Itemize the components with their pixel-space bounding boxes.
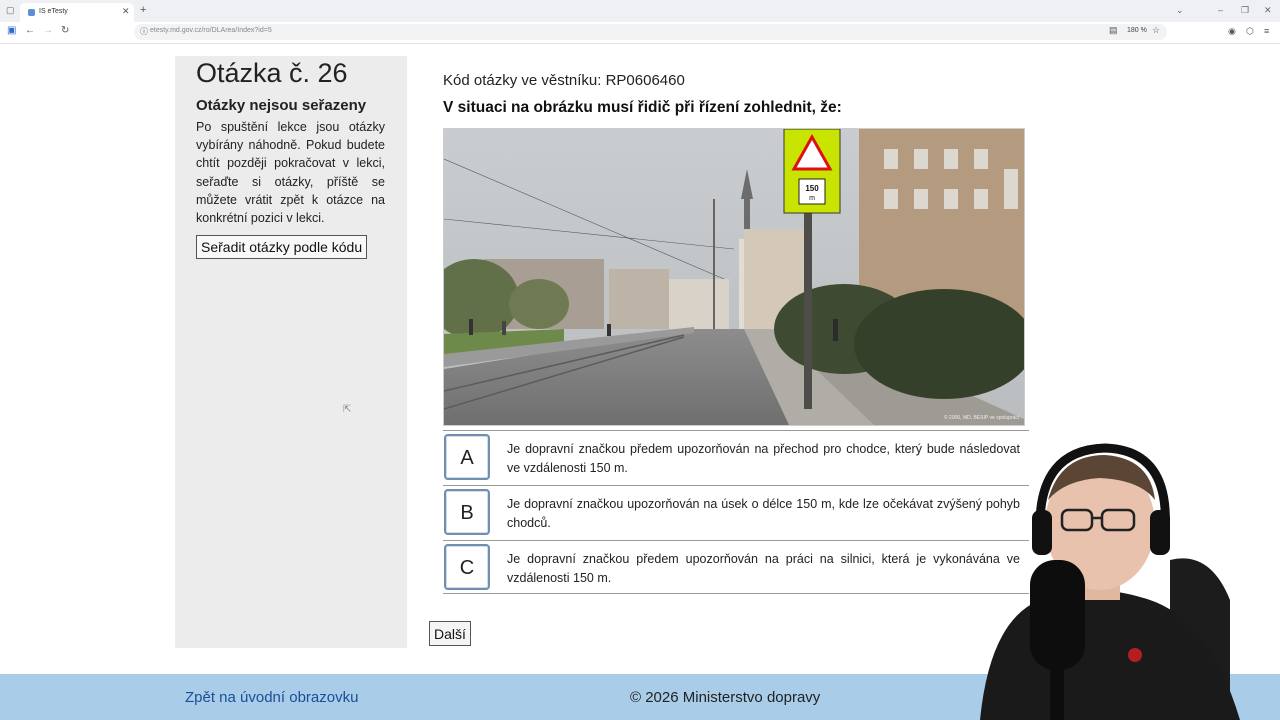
browser-tab-bar: ▢ IS eTesty ✕ + ⌄ – ❐ ✕ bbox=[0, 0, 1280, 22]
sidebar-toggle-icon[interactable]: ▣ bbox=[7, 25, 16, 36]
notice-title: Otázky nejsou seřazeny bbox=[196, 97, 367, 114]
answer-option-b[interactable]: B Je dopravní značkou upozorňován na úse… bbox=[443, 485, 1029, 538]
reader-mode-icon[interactable]: ▤ bbox=[1109, 25, 1118, 36]
menu-icon[interactable]: ≡ bbox=[1264, 26, 1269, 36]
sidebar-panel: Otázka č. 26 Otázky nejsou seřazeny Po s… bbox=[175, 56, 407, 648]
zoom-level[interactable]: 180 % bbox=[1127, 27, 1147, 34]
extensions-icon[interactable]: ⬡ bbox=[1246, 26, 1254, 37]
answer-letter[interactable]: A bbox=[444, 434, 490, 480]
copyright-text: © 2026 Ministerstvo dopravy bbox=[630, 689, 821, 706]
question-number: Otázka č. 26 bbox=[196, 58, 348, 88]
tab-list-icon[interactable]: ⌄ bbox=[1176, 5, 1184, 16]
answer-text[interactable]: Je dopravní značkou předem upozorňován n… bbox=[507, 550, 1020, 587]
answer-text[interactable]: Je dopravní značkou upozorňován na úsek … bbox=[507, 495, 1020, 532]
account-icon[interactable]: ◉ bbox=[1228, 26, 1236, 37]
webcam-overlay bbox=[980, 443, 1240, 720]
question-code: Kód otázky ve věstníku: RP0606460 bbox=[443, 72, 685, 89]
home-link[interactable]: Zpět na úvodní obrazovku bbox=[185, 689, 358, 706]
browser-tab[interactable]: IS eTesty ✕ bbox=[20, 3, 134, 22]
next-button[interactable]: Další bbox=[429, 621, 471, 646]
svg-text:150: 150 bbox=[805, 184, 819, 193]
answer-letter[interactable]: B bbox=[444, 489, 490, 535]
site-info-icon[interactable]: ⓘ bbox=[140, 26, 148, 37]
street-scene-image: 150 m © 2006, MD, BESIP ve spolupráci bbox=[444, 129, 1024, 425]
browser-toolbar: ▣ ← → ↻ ⓘ etesty.md.gov.cz/ro/DLArea/Ind… bbox=[0, 22, 1280, 44]
new-tab-icon[interactable]: + bbox=[140, 4, 146, 16]
answer-option-a[interactable]: A Je dopravní značkou předem upozorňován… bbox=[443, 430, 1029, 483]
url-text[interactable]: etesty.md.gov.cz/ro/DLArea/Index?id=5 bbox=[150, 27, 272, 34]
mouse-cursor-icon: ⇱ bbox=[343, 404, 352, 415]
svg-text:m: m bbox=[809, 195, 815, 202]
notice-text: Po spuštění lekce jsou otázky vybírány n… bbox=[196, 120, 385, 226]
bookmark-star-icon[interactable]: ☆ bbox=[1152, 25, 1160, 36]
close-tab-icon[interactable]: ✕ bbox=[122, 6, 130, 17]
close-window-icon[interactable]: ✕ bbox=[1264, 5, 1272, 16]
tab-title: IS eTesty bbox=[39, 8, 68, 15]
answer-letter[interactable]: C bbox=[444, 544, 490, 590]
answer-option-c[interactable]: C Je dopravní značkou předem upozorňován… bbox=[443, 540, 1029, 594]
sort-questions-button[interactable]: Seřadit otázky podle kódu bbox=[196, 235, 368, 259]
answer-list: A Je dopravní značkou předem upozorňován… bbox=[443, 430, 1029, 596]
restore-icon[interactable]: ❐ bbox=[1241, 5, 1249, 16]
back-icon[interactable]: ← bbox=[25, 25, 35, 36]
minimize-icon[interactable]: – bbox=[1218, 5, 1223, 15]
favicon-icon bbox=[28, 9, 35, 16]
reload-icon[interactable]: ↻ bbox=[61, 25, 69, 36]
answer-text[interactable]: Je dopravní značkou předem upozorňován n… bbox=[507, 440, 1020, 477]
address-bar[interactable]: ⓘ etesty.md.gov.cz/ro/DLArea/Index?id=5 … bbox=[134, 24, 1167, 40]
photo-credit: © 2006, MD, BESIP ve spolupráci bbox=[944, 414, 1019, 421]
question-photo: 150 m © 2006, MD, BESIP ve spolupráci bbox=[443, 128, 1025, 426]
tab-actions-icon[interactable]: ▢ bbox=[6, 5, 15, 16]
forward-icon[interactable]: → bbox=[43, 25, 53, 36]
question-text: V situaci na obrázku musí řidič při říze… bbox=[443, 99, 842, 116]
